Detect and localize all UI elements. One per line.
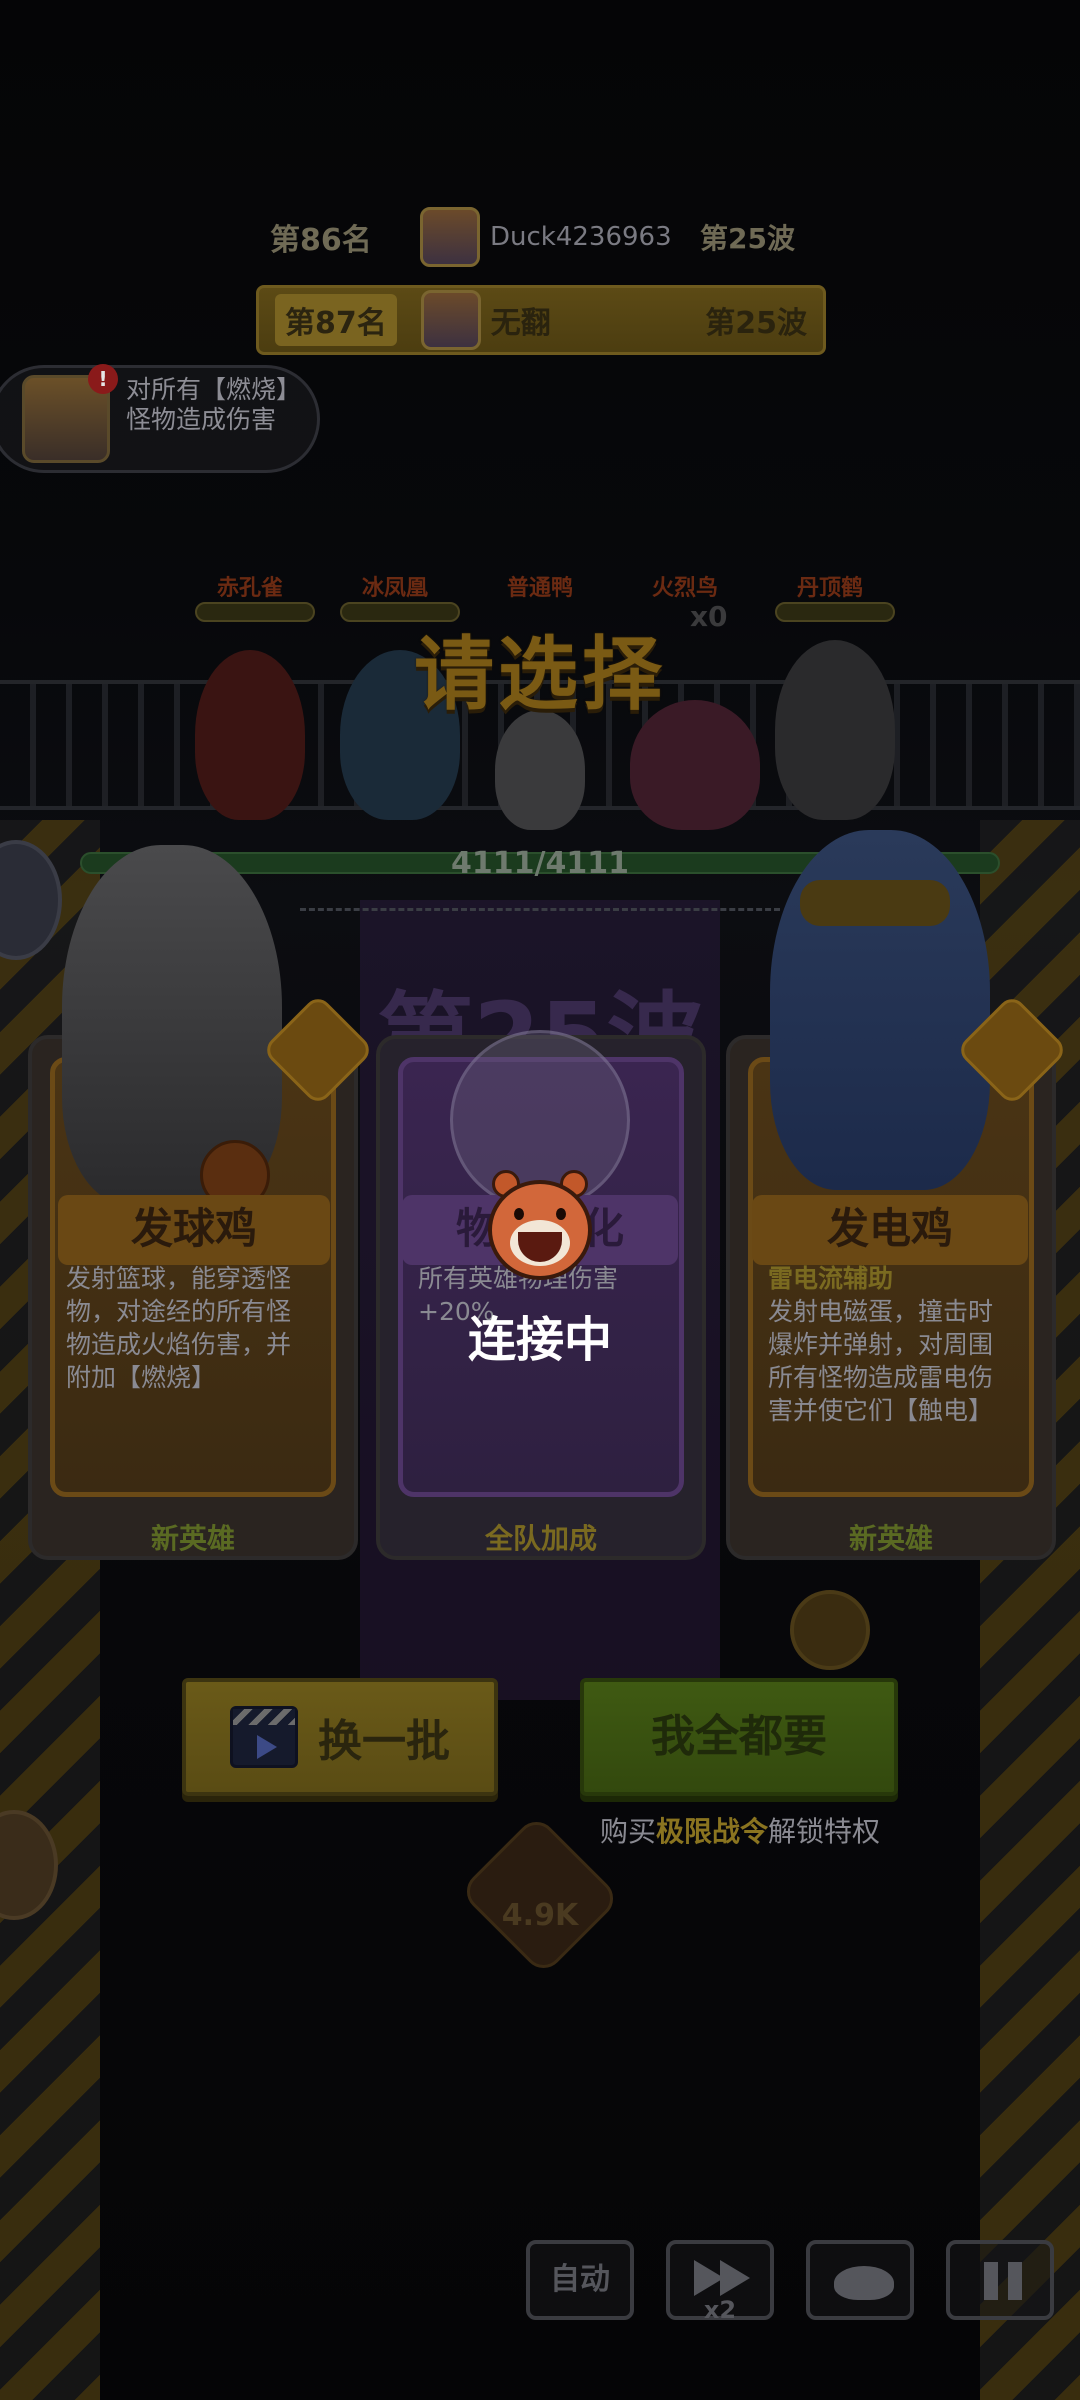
pause-icon-part (1008, 2262, 1022, 2300)
speed-button[interactable]: x2 (666, 2240, 774, 2324)
hero-name: 冰凤凰 (361, 576, 428, 601)
peacock-hero-sprite (195, 650, 305, 820)
unlock-hint: 购买极限战令解锁特权 (560, 1810, 920, 1850)
player-name: 无翻 (490, 306, 551, 341)
base-hp-text: 4111/4111 (451, 846, 629, 881)
card-title-banner: 发球鸡 (58, 1195, 330, 1265)
pause-button[interactable] (946, 2240, 1054, 2320)
coin-value: 4.9K (501, 1898, 579, 1933)
defense-line (300, 908, 780, 911)
hero-name: 普通鸭 (506, 576, 573, 601)
crane-hero-sprite (775, 640, 895, 820)
speed-multiplier: x2 (703, 2296, 737, 2324)
video-ad-icon (230, 1706, 298, 1768)
player-avatar (420, 207, 480, 267)
enemy-eye-icon (790, 1590, 870, 1670)
auto-battle-button[interactable]: 自动 (526, 2240, 634, 2320)
unlock-highlight[interactable]: 极限战令 (656, 1815, 768, 1848)
player-avatar (420, 290, 481, 350)
unlock-suffix: 解锁特权 (768, 1815, 881, 1848)
card-footer-label: 全队加成 (484, 1522, 597, 1555)
hero-name: 赤孔雀 (216, 576, 283, 601)
loading-bear-icon (488, 1170, 592, 1280)
hero-slot-4: 丹顶鹤 (775, 570, 895, 820)
card-subtitle: 雷电流辅助 (768, 1264, 894, 1293)
loading-status: 连接中 (467, 1312, 612, 1368)
hero-bar (195, 602, 315, 622)
unlock-prefix: 购买 (599, 1815, 656, 1848)
card-description: 发射电磁蛋，撞击时爆炸并弹射，对周围所有怪物造成雷电伤害并使它们【触电】 (768, 1297, 994, 1425)
alert-badge-icon: ! (88, 364, 118, 394)
hero-name: 火烈鸟 (651, 576, 718, 601)
player-name: Duck4236963 (490, 222, 672, 252)
select-title: 请选择 (414, 628, 666, 721)
hero-name: 丹顶鹤 (796, 576, 863, 601)
take-all-button[interactable]: 我全都要 (580, 1678, 898, 1796)
hero-slot-0: 赤孔雀 (195, 570, 315, 820)
duck-hero-sprite (495, 710, 585, 830)
player-wave: 第25波 (705, 306, 807, 341)
leaderboard-row-self: 第87名 无翻 第25波 (256, 285, 826, 355)
leaderboard-row-above: 第86名 Duck4236963 第25波 (270, 205, 810, 269)
bat-icon (834, 2266, 894, 2300)
buff-description: 对所有【燃烧】怪物造成伤害 (126, 375, 302, 434)
hero-bar (775, 602, 895, 622)
refresh-choices-button[interactable]: 换一批 (182, 1678, 498, 1796)
rank-label: 第86名 (270, 223, 372, 258)
card-title-banner: 发电鸡 (752, 1195, 1028, 1265)
card-description: 发射篮球，能穿透怪物，对途经的所有怪物造成火焰伤害，并附加【燃烧】 (66, 1264, 292, 1392)
pause-icon (984, 2262, 998, 2300)
card-footer-label: 新英雄 (150, 1522, 235, 1555)
rank-label: 第87名 (275, 294, 397, 346)
player-wave: 第25波 (700, 222, 795, 255)
refresh-label: 换一批 (318, 1716, 450, 1767)
card-footer-label: 新英雄 (848, 1522, 933, 1555)
skill-button[interactable] (806, 2240, 914, 2320)
goggles-icon (800, 880, 950, 926)
